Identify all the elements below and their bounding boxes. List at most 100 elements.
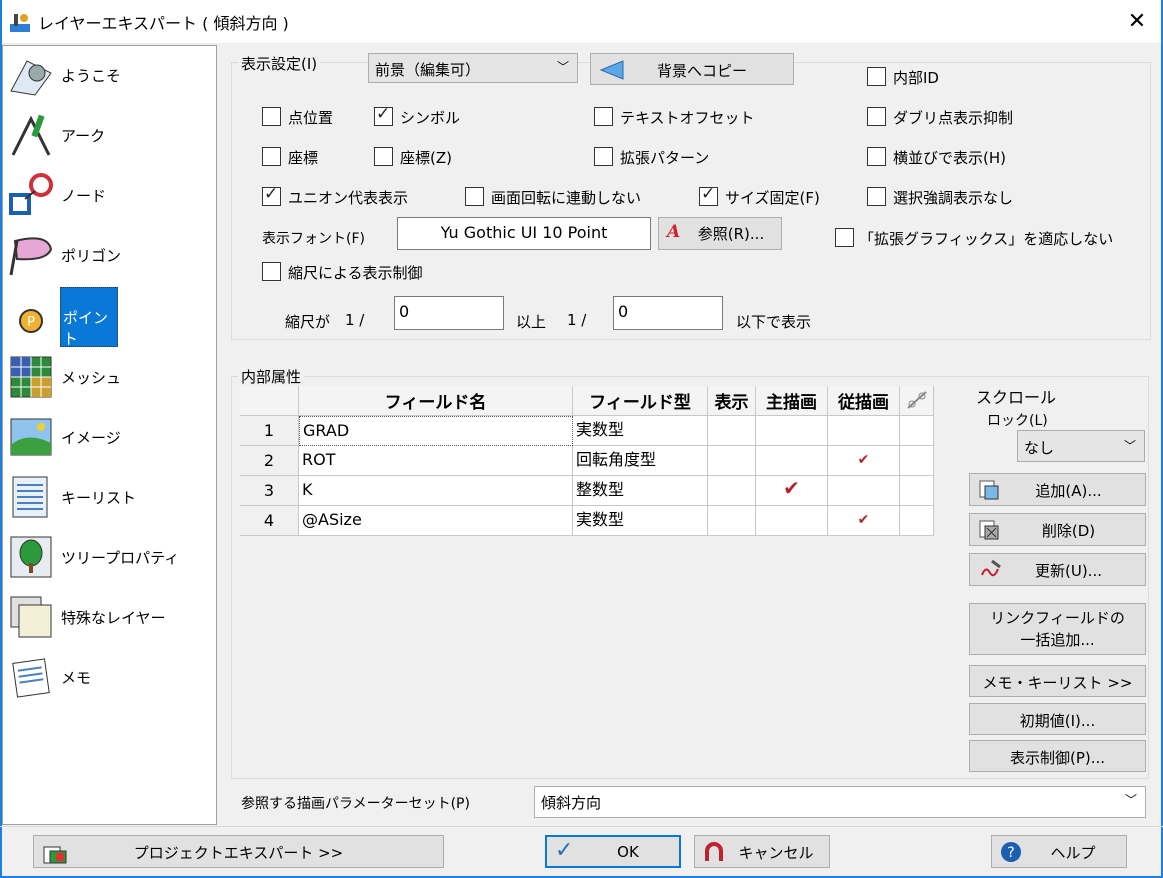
scale-min-input[interactable]: 0 <box>394 296 504 330</box>
no-select-highlight-checkbox[interactable] <box>867 187 886 206</box>
update-field-button[interactable]: 更新(U)... <box>969 553 1146 586</box>
font-browse-button[interactable]: A 参照(R)... <box>658 217 782 250</box>
welcome-icon <box>10 60 52 96</box>
internal-id-checkbox[interactable] <box>867 67 886 86</box>
add-field-button[interactable]: 追加(A)... <box>969 473 1146 506</box>
column-header-link[interactable] <box>900 386 934 416</box>
row-number[interactable]: 4 <box>240 506 299 536</box>
scale-suffix-label: 以下で表示 <box>736 313 812 331</box>
param-set-select[interactable]: 傾斜方向 ﹀ <box>534 786 1146 818</box>
no-rotate-link-checkbox[interactable] <box>465 187 484 206</box>
delete-field-button[interactable]: 削除(D) <box>969 513 1146 546</box>
special-layer-icon <box>10 596 52 638</box>
sub-draw-cell[interactable] <box>828 416 900 446</box>
link-cell[interactable] <box>900 416 934 446</box>
scale-max-input[interactable]: 0 <box>613 296 723 330</box>
main-draw-cell[interactable] <box>756 416 828 446</box>
no-ext-graphics-label: 「拡張グラフィックス」を適応しない <box>859 230 1114 248</box>
column-header-field-type[interactable]: フィールド型 <box>573 386 708 416</box>
column-header-main-draw[interactable]: 主描画 <box>756 386 828 416</box>
main-draw-cell[interactable] <box>756 446 828 476</box>
field-type-cell[interactable]: 整数型 <box>573 476 708 506</box>
fixed-size-checkbox[interactable] <box>699 184 718 206</box>
show-cell[interactable] <box>708 416 756 446</box>
sidebar-item-label: 特殊なレイヤー <box>61 609 166 627</box>
link-cell[interactable] <box>900 446 934 476</box>
sidebar-item-point[interactable]: P ポイント <box>3 287 216 348</box>
field-type-cell[interactable]: 回転角度型 <box>573 446 708 476</box>
no-rotate-link-label: 画面回転に連動しない <box>491 189 642 207</box>
project-expert-button[interactable]: プロジェクトエキスパート >> <box>33 835 444 868</box>
no-ext-graphics-checkbox[interactable] <box>835 228 854 247</box>
symbol-checkbox[interactable] <box>374 104 393 126</box>
copy-to-background-label: 背景へコピー <box>656 62 747 80</box>
sub-draw-cell[interactable]: ✔ <box>828 506 900 536</box>
row-number[interactable]: 2 <box>240 446 299 476</box>
column-header-show[interactable]: 表示 <box>708 386 756 416</box>
coords-z-checkbox[interactable] <box>374 147 393 166</box>
attributes-table: フィールド名 フィールド型 表示 主描画 従描画 1 GRAD 実数型 2 RO… <box>240 386 934 536</box>
link-field-bulk-add-button[interactable]: リンクフィールドの 一括追加... <box>969 603 1146 655</box>
main-draw-cell[interactable] <box>756 506 828 536</box>
svg-text:P: P <box>27 315 35 330</box>
horizontal-checkbox[interactable] <box>867 147 886 166</box>
field-name-cell[interactable]: GRAD <box>299 416 573 446</box>
initial-value-button[interactable]: 初期値(I)... <box>969 703 1146 735</box>
row-number[interactable]: 3 <box>240 476 299 506</box>
sidebar-item-mesh[interactable]: メッシュ <box>3 348 216 408</box>
field-name-cell[interactable]: @ASize <box>299 506 573 536</box>
column-header-sub-draw[interactable]: 従描画 <box>828 386 900 416</box>
display-settings-label: 表示設定(I) <box>238 53 321 74</box>
node-icon <box>9 173 53 215</box>
suppress-duplicates-checkbox[interactable] <box>867 107 886 126</box>
row-number[interactable]: 1 <box>240 416 299 446</box>
union-rep-checkbox[interactable] <box>262 184 281 206</box>
sidebar-item-memo[interactable]: メモ <box>3 648 216 708</box>
help-button[interactable]: ? ヘルプ <box>991 835 1127 868</box>
sub-draw-cell[interactable]: ✔ <box>828 446 900 476</box>
ext-pattern-checkbox[interactable] <box>594 147 613 166</box>
field-name-cell[interactable]: ROT <box>299 446 573 476</box>
scale-control-checkbox[interactable] <box>262 262 281 281</box>
sidebar-item-label: アーク <box>61 127 106 145</box>
scale-prefix-label: 縮尺が <box>285 313 331 331</box>
keylist-icon <box>12 476 48 518</box>
display-control-button[interactable]: 表示制御(P)... <box>969 740 1146 772</box>
scroll-lock-label-1: スクロール <box>976 388 1057 407</box>
sub-draw-cell[interactable] <box>828 476 900 506</box>
field-type-cell[interactable]: 実数型 <box>573 416 708 446</box>
display-mode-select[interactable]: 前景（編集可） ﹀ <box>368 53 578 83</box>
main-draw-cell[interactable]: ✔ <box>756 476 828 506</box>
coords-checkbox[interactable] <box>262 147 281 166</box>
sidebar-item-label: ポイント <box>60 287 118 348</box>
project-expert-label: プロジェクトエキスパート >> <box>133 844 344 862</box>
sidebar-item-tree-property[interactable]: ツリープロパティ <box>3 528 216 588</box>
show-cell[interactable] <box>708 476 756 506</box>
column-header-field-name[interactable]: フィールド名 <box>299 386 573 416</box>
point-position-checkbox[interactable] <box>262 107 281 126</box>
show-cell[interactable] <box>708 446 756 476</box>
close-button[interactable]: ✕ <box>1121 6 1153 38</box>
param-set-label: 参照する描画パラメーターセット(P) <box>241 796 470 812</box>
text-offset-checkbox[interactable] <box>594 107 613 126</box>
field-name-cell[interactable]: K <box>299 476 573 506</box>
copy-to-background-button[interactable]: 背景へコピー <box>590 53 794 85</box>
ok-button[interactable]: ✓ OK <box>545 835 681 868</box>
show-cell[interactable] <box>708 506 756 536</box>
sidebar-item-polygon[interactable]: ポリゴン <box>3 226 216 286</box>
display-mode-value: 前景（編集可） <box>375 61 481 79</box>
field-type-cell[interactable]: 実数型 <box>573 506 708 536</box>
sidebar-item-keylist[interactable]: キーリスト <box>3 468 216 528</box>
memo-keylist-button[interactable]: メモ・キーリスト >> <box>969 665 1146 697</box>
table-header-corner <box>240 386 299 416</box>
sidebar-item-special-layer[interactable]: 特殊なレイヤー <box>3 588 216 648</box>
add-field-label: 追加(A)... <box>1035 482 1102 500</box>
sidebar-item-arc[interactable]: アーク <box>3 106 216 166</box>
sidebar-item-node[interactable]: ノード <box>3 166 216 226</box>
link-cell[interactable] <box>900 476 934 506</box>
sidebar-item-welcome[interactable]: ようこそ <box>3 46 216 106</box>
link-cell[interactable] <box>900 506 934 536</box>
scroll-lock-select[interactable]: なし ﹀ <box>1017 430 1145 462</box>
sidebar-item-image[interactable]: イメージ <box>3 408 216 468</box>
cancel-button[interactable]: キャンセル <box>694 835 830 868</box>
